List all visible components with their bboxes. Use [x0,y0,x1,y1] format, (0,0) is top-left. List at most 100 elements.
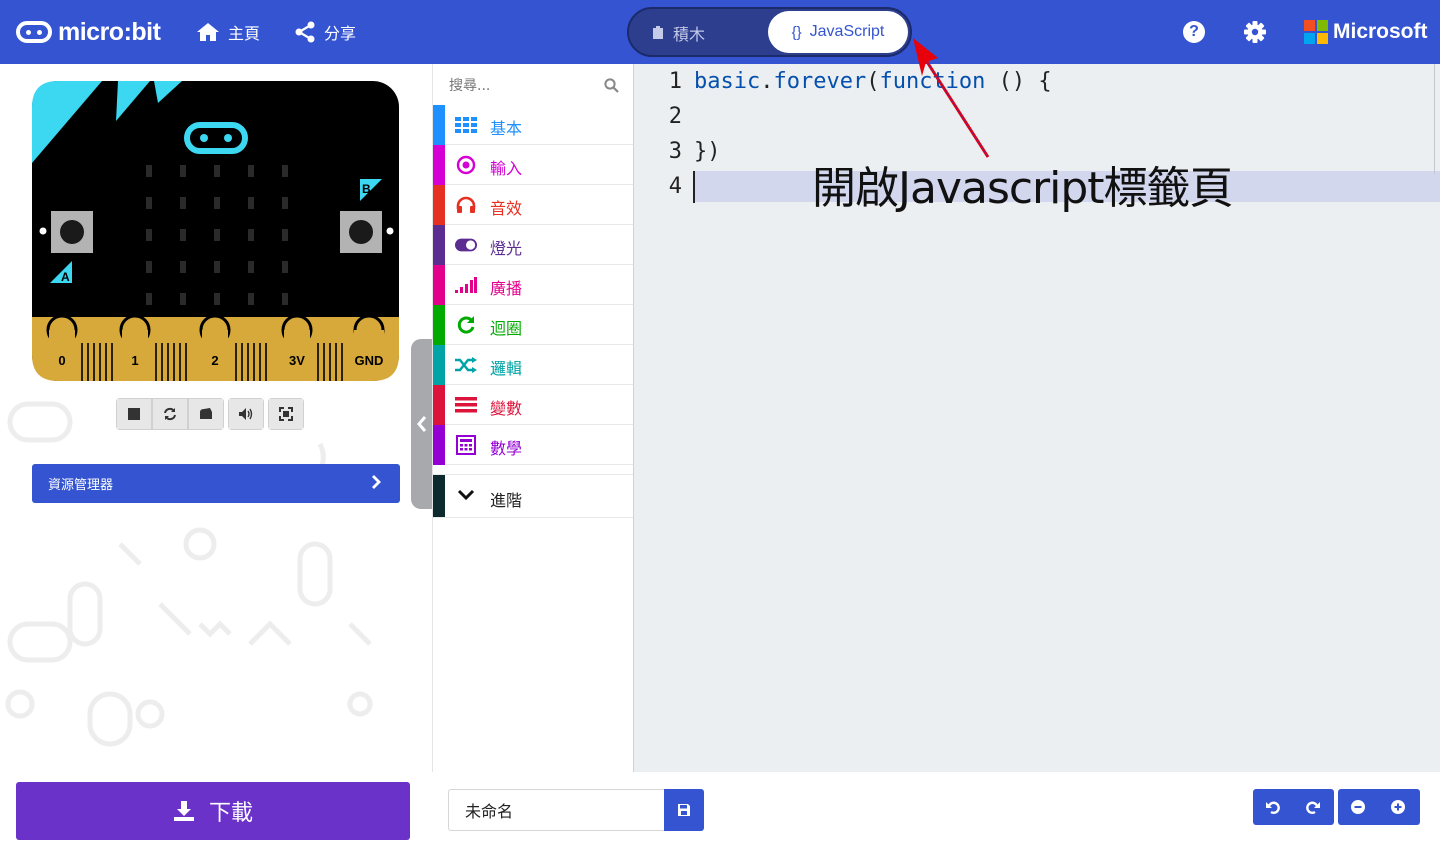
slowmo-button[interactable] [188,398,224,430]
category-advanced-label: 進階 [490,491,523,510]
editor-ruler [1434,64,1435,174]
editor-toggle: 積木 {} JavaScript [627,7,912,57]
pin-1-label[interactable]: 1 [131,353,138,368]
project-name-input[interactable] [448,789,664,831]
home-label: 主頁 [228,24,261,43]
category-label: 燈光 [490,239,523,258]
category-color-bar [433,185,445,225]
toolbox-search [433,64,633,106]
redo-button[interactable] [1293,789,1333,825]
category-label: 變數 [490,399,523,418]
redo-icon [1306,801,1320,814]
headphones-icon [455,195,477,215]
microbit-board: A B 0 1 2 3V GND [32,81,399,381]
zoom-out-button[interactable] [1338,789,1378,825]
share-label: 分享 [324,24,357,43]
category-label: 基本 [490,119,523,138]
fullscreen-button[interactable] [268,398,304,430]
code-token: basic [694,69,761,94]
annotation-text: 開啟Javascript標籤頁 [812,163,1234,214]
category-color-bar [433,265,445,305]
download-label: 下載 [208,801,253,826]
restart-icon [164,407,176,421]
code-token: . [760,69,774,94]
microbit-logo-icon [16,21,52,43]
category-music[interactable]: 音效 [433,185,633,225]
restart-button[interactable] [152,398,188,430]
signal-icon [455,275,477,295]
logo-text: micro:bit [58,17,161,46]
fullscreen-icon [279,407,293,421]
settings-button[interactable] [1244,21,1266,47]
top-bar: micro:bit 主頁 分享 積木 {} JavaScript ? Micro… [0,0,1440,64]
chevron-left-icon [417,416,427,432]
bottom-bar: 下載 [0,772,1440,848]
category-logic[interactable]: 邏輯 [433,345,633,385]
category-label: 音效 [490,199,523,218]
stop-button[interactable] [116,398,152,430]
chevron-right-icon [372,475,381,489]
category-label: 數學 [490,439,523,458]
category-color-bar [433,475,445,517]
home-button[interactable]: 主頁 [196,20,260,44]
puzzle-icon [653,26,663,39]
share-button[interactable]: 分享 [294,20,356,44]
code-line-1[interactable]: basic.forever(function () { [694,69,1052,94]
line-number: 4 [668,174,682,199]
button-a-label: A [61,270,70,284]
toolbox: 基本 輸入 音效 燈光 廣播 迴圈 [432,64,633,772]
line-number: 3 [668,139,682,164]
code-token: }) [694,139,721,164]
target-icon [455,155,477,175]
undo-icon [1266,801,1280,814]
search-input[interactable] [447,74,601,98]
download-button[interactable]: 下載 [16,782,410,840]
microsoft-logo[interactable]: Microsoft [1304,20,1428,44]
zoom-in-icon [1391,800,1405,814]
search-icon[interactable] [604,78,619,93]
braces-icon: {} [791,23,802,41]
category-variables[interactable]: 變數 [433,385,633,425]
undo-button[interactable] [1253,789,1293,825]
save-button[interactable] [664,789,704,831]
pin-0-label[interactable]: 0 [58,353,65,368]
tab-blocks[interactable]: 積木 [651,21,705,45]
category-input[interactable]: 輸入 [433,145,633,185]
code-token: ( [866,69,880,94]
collapse-simulator-button[interactable] [411,339,433,509]
category-color-bar [433,385,445,425]
category-basic[interactable]: 基本 [433,105,633,145]
help-button[interactable]: ? [1183,21,1205,43]
code-line-3[interactable]: }) [694,139,721,164]
pin-3v-label[interactable]: 3V [289,353,305,368]
mute-button[interactable] [228,398,264,430]
category-loops[interactable]: 迴圈 [433,305,633,345]
pin-gnd-label[interactable]: GND [355,353,384,368]
calculator-icon [455,435,477,455]
text-cursor [693,171,695,203]
gear-icon [1244,21,1266,43]
microbit-logo[interactable]: micro:bit [16,14,161,50]
microsoft-text: Microsoft [1333,20,1428,43]
category-label: 廣播 [490,279,523,298]
pin-2-label[interactable]: 2 [211,353,218,368]
tab-javascript[interactable]: {} JavaScript [768,11,908,53]
code-token: forever [773,69,867,94]
category-advanced[interactable]: 進階 [433,474,633,518]
category-color-bar [433,425,445,465]
speaker-icon [239,408,253,420]
zoom-in-button[interactable] [1378,789,1418,825]
category-led[interactable]: 燈光 [433,225,633,265]
list-icon [455,395,477,415]
undo-redo-group [1253,789,1334,825]
category-radio[interactable]: 廣播 [433,265,633,305]
code-token: () { [985,69,1052,94]
explorer-button[interactable]: 資源管理器 [32,464,400,503]
tab-blocks-label: 積木 [673,25,706,44]
simulator-panel: A B 0 1 2 3V GND 資源管理器 [0,64,432,772]
snail-icon [200,408,212,419]
grid-icon [455,115,477,135]
simulator-controls [116,398,308,430]
chevron-down-icon [455,485,477,505]
category-math[interactable]: 數學 [433,425,633,465]
